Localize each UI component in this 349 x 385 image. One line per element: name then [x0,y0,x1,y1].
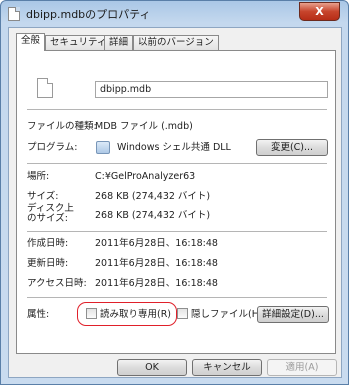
file-type-value: MDB ファイル (.mdb) [95,121,193,132]
separator [27,231,327,232]
created-label: 作成日時: [27,238,69,249]
file-type-label: ファイルの種類: [27,121,97,132]
dialog-client: 全般 セキュリティ 詳細 以前のバージョン dbipp.mdb ファイルの種類:… [8,27,342,378]
separator [27,297,327,298]
location-label: 場所: [27,171,50,182]
title-bar[interactable]: dbipp.mdbのプロパティ X [1,1,348,25]
attributes-label: 属性: [27,309,50,320]
window-title: dbipp.mdbのプロパティ [26,8,151,21]
tab-security[interactable]: セキュリティ [45,35,112,50]
separator [27,163,327,164]
program-value: Windows シェル共通 DLL [117,142,231,153]
advanced-attributes-button[interactable]: 詳細設定(D)... [257,306,329,323]
hidden-checkbox[interactable]: 隠しファイル(H) [177,308,263,321]
cancel-button[interactable]: キャンセル [192,359,262,376]
readonly-checkbox-label: 読み取り専用(R) [100,309,172,320]
tab-previous-versions[interactable]: 以前のバージョン [133,35,219,50]
hidden-checkbox-box[interactable] [177,308,188,319]
ok-button[interactable]: OK [117,359,187,376]
properties-window: dbipp.mdbのプロパティ X 全般 セキュリティ 詳細 以前のバージョン … [0,0,349,385]
hidden-checkbox-label: 隠しファイル(H) [191,309,263,320]
tab-details[interactable]: 詳細 [104,35,134,50]
document-icon [37,78,53,98]
accessed-value: 2011年6月28日、16:18:48 [95,278,218,289]
apply-button[interactable]: 適用(A) [267,359,337,376]
accessed-label: アクセス日時: [27,278,87,289]
general-panel: dbipp.mdb ファイルの種類: MDB ファイル (.mdb) プログラム… [16,50,336,354]
location-value: C:¥GelProAnalyzer63 [95,171,196,182]
size-on-disk-label: ディスク上 のサイズ: [27,204,74,224]
size-on-disk-label-line2: のサイズ: [27,213,68,224]
modified-label: 更新日時: [27,258,69,269]
separator [27,109,327,110]
readonly-checkbox[interactable]: 読み取り専用(R) [86,308,171,321]
change-program-button[interactable]: 変更(C)... [256,139,328,156]
close-button[interactable]: X [299,2,340,21]
tab-general[interactable]: 全般 [16,33,46,51]
created-value: 2011年6月28日、16:18:48 [95,238,218,249]
size-on-disk-value: 268 KB (274,432 バイト) [95,210,211,221]
program-icon [96,141,110,154]
program-label: プログラム: [27,142,78,153]
size-label: サイズ: [27,191,59,202]
readonly-checkbox-box[interactable] [86,308,97,319]
file-name-input[interactable]: dbipp.mdb [95,81,328,98]
modified-value: 2011年6月28日、16:18:48 [95,258,218,269]
size-value: 268 KB (274,432 バイト) [95,191,211,202]
file-icon [8,7,20,21]
